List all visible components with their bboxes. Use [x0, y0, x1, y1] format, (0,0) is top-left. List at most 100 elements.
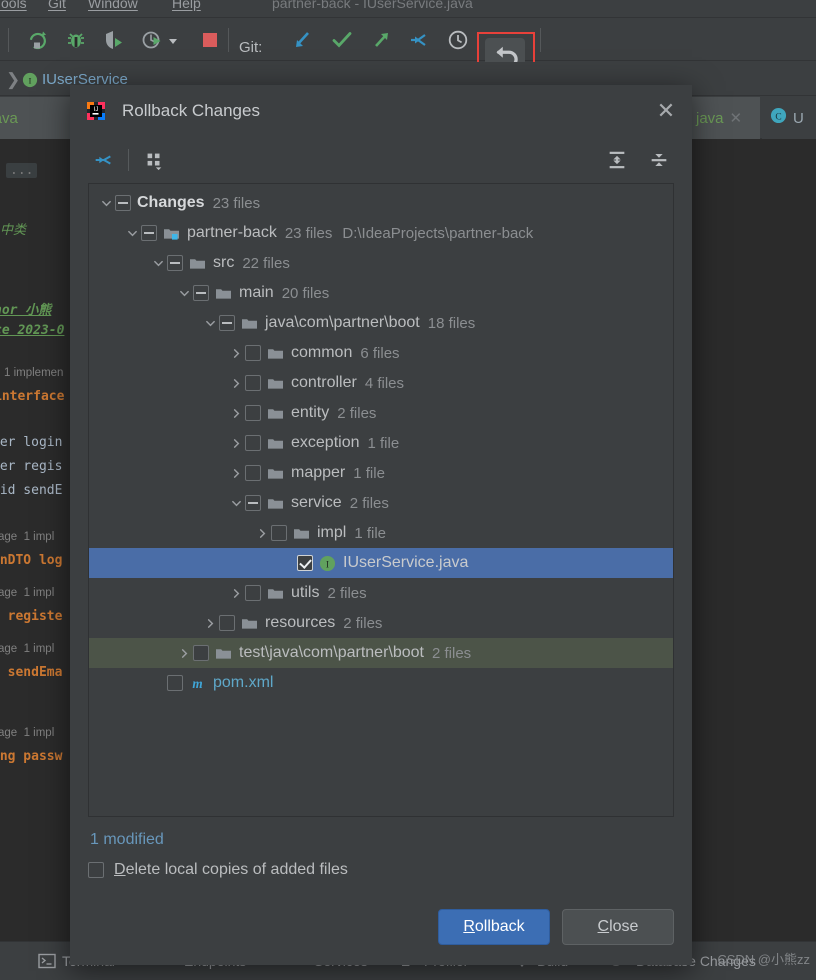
editor-tab-label: mpl.java [0, 109, 18, 127]
chevron-right-icon[interactable] [227, 588, 245, 599]
rollback-selected-icon[interactable] [88, 145, 118, 175]
chevron-down-icon[interactable] [227, 498, 245, 509]
rerun-icon[interactable] [26, 28, 50, 52]
update-project-icon[interactable] [291, 28, 315, 52]
tree-row-checkbox[interactable] [219, 615, 235, 631]
tree-row[interactable]: controller 4 files [89, 368, 673, 398]
chevron-down-icon[interactable] [166, 28, 180, 52]
menu-item-git[interactable]: Git [48, 0, 66, 11]
group-by-icon[interactable] [139, 145, 169, 175]
tree-row[interactable]: java\com\partner\boot 18 files [89, 308, 673, 338]
inlay-hint[interactable]: age 1 impl [0, 643, 54, 655]
inlay-hint[interactable]: age 1 impl [0, 531, 54, 543]
stop-icon[interactable] [198, 28, 222, 52]
tree-row-checkbox[interactable] [271, 525, 287, 541]
delete-local-copies-checkbox[interactable] [88, 862, 104, 878]
shelve-icon[interactable] [407, 28, 431, 52]
folder-icon [267, 496, 284, 511]
folder-icon [267, 466, 284, 481]
inlay-hint[interactable]: age 1 impl [0, 587, 54, 599]
chevron-down-icon[interactable] [149, 258, 167, 269]
chevron-down-icon[interactable] [97, 198, 115, 209]
tree-row[interactable]: service 2 files [89, 488, 673, 518]
tree-row[interactable]: partner-back 23 files D:\IdeaProjects\part… [89, 218, 673, 248]
tree-row-checkbox[interactable] [245, 345, 261, 361]
tree-row[interactable]: m pom.xml [89, 668, 673, 698]
tree-row-checkbox[interactable] [193, 285, 209, 301]
commit-icon[interactable] [330, 28, 354, 52]
rollback-button[interactable]: Rollback [438, 909, 550, 945]
tree-row[interactable]: src 22 files [89, 248, 673, 278]
tree-row-checkbox[interactable] [167, 255, 183, 271]
tree-row[interactable]: resources 2 files [89, 608, 673, 638]
coverage-icon[interactable] [102, 28, 126, 52]
tree-row-label: impl [317, 524, 347, 541]
code-line: ce 2023-0 [0, 323, 65, 338]
chevron-right-icon[interactable] [227, 438, 245, 449]
debug-icon[interactable] [64, 28, 88, 52]
tree-row-checkbox[interactable] [193, 645, 209, 661]
tree-row-checkbox[interactable] [245, 435, 261, 451]
menu-item-tools[interactable]: Tools [0, 0, 27, 11]
chevron-right-icon[interactable] [227, 408, 245, 419]
tree-row[interactable]: entity 2 files [89, 398, 673, 428]
history-icon[interactable] [446, 28, 470, 52]
tree-row-checkbox[interactable] [245, 495, 261, 511]
menu-item-help[interactable]: Help [172, 0, 201, 11]
tree-row-checkbox[interactable] [167, 675, 183, 691]
folder-icon [267, 406, 284, 421]
inlay-hint[interactable]: 1 implemen [4, 367, 63, 379]
tree-row[interactable]: Changes 23 files [89, 188, 673, 218]
close-icon[interactable]: ✕ [654, 99, 678, 123]
tree-row-checkbox[interactable] [245, 375, 261, 391]
tree-row[interactable]: mapper 1 file [89, 458, 673, 488]
tree-row-file-count: 1 file [354, 524, 387, 542]
dialog-button-row: Rollback Close [88, 887, 674, 965]
editor-tab-label: U [793, 109, 804, 127]
editor-tab-0[interactable]: mpl.java [0, 97, 74, 139]
menu-item-window[interactable]: Window [88, 0, 138, 11]
tree-row-checkbox[interactable] [297, 555, 313, 571]
editor-tab-1[interactable]: java ✕ [688, 97, 760, 139]
chevron-right-icon[interactable] [227, 348, 245, 359]
tree-row[interactable]: I IUserService.java [89, 548, 673, 578]
chevron-right-icon[interactable] [253, 528, 271, 539]
profile-icon[interactable] [140, 28, 164, 52]
tree-row[interactable]: exception 1 file [89, 428, 673, 458]
tree-row-checkbox[interactable] [245, 405, 261, 421]
tree-row-file-count: 2 files [349, 494, 389, 512]
chevron-right-icon[interactable] [175, 648, 193, 659]
close-button[interactable]: Close [562, 909, 674, 945]
tree-row-checkbox[interactable] [115, 195, 131, 211]
inlay-hint[interactable]: age 1 impl [0, 727, 54, 739]
chevron-down-icon[interactable] [175, 288, 193, 299]
code-line: d registe [7, 609, 63, 624]
changes-tree-panel[interactable]: Changes 23 files partner-back 23 files D:\Id… [88, 183, 674, 817]
delete-local-copies-row[interactable]: Delete local copies of added files [88, 861, 674, 887]
tree-row-checkbox[interactable] [245, 585, 261, 601]
push-icon[interactable] [369, 28, 393, 52]
tree-row-checkbox[interactable] [141, 225, 157, 241]
module-icon [163, 226, 180, 241]
toolbar-divider [128, 149, 129, 171]
chevron-right-icon[interactable] [227, 378, 245, 389]
code-line: ing passw [0, 749, 63, 764]
tree-row[interactable]: utils 2 files [89, 578, 673, 608]
chevron-right-icon[interactable] [201, 618, 219, 629]
tree-row-checkbox[interactable] [245, 465, 261, 481]
tree-row-checkbox[interactable] [219, 315, 235, 331]
chevron-down-icon[interactable] [123, 228, 141, 239]
code-fold-marker[interactable]: ... [6, 163, 38, 178]
tree-row[interactable]: impl 1 file [89, 518, 673, 548]
tree-row[interactable]: test\java\com\partner\boot 2 files [89, 638, 673, 668]
tree-row-file-count: 2 files [327, 584, 367, 602]
editor-tab-2[interactable]: C U [762, 97, 816, 139]
tree-row[interactable]: main 20 files [89, 278, 673, 308]
chevron-down-icon[interactable] [201, 318, 219, 329]
collapse-all-icon[interactable] [644, 145, 674, 175]
chevron-right-icon[interactable] [227, 468, 245, 479]
close-button-text: lose [609, 918, 639, 935]
tree-row[interactable]: common 6 files [89, 338, 673, 368]
expand-all-icon[interactable] [602, 145, 632, 175]
close-icon[interactable]: ✕ [730, 109, 743, 127]
